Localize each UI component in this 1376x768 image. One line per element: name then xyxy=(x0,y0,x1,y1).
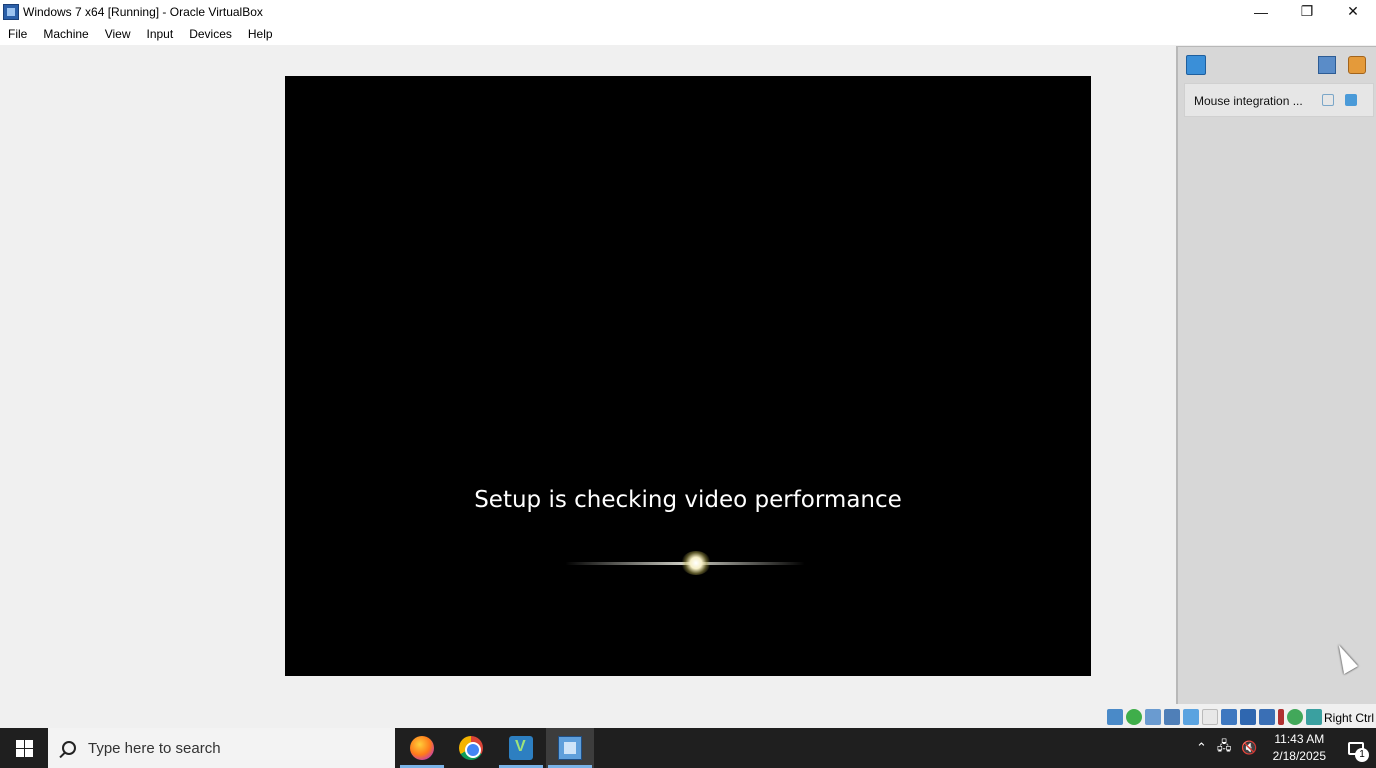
video-capture-icon[interactable] xyxy=(1240,709,1256,725)
menu-bar: File Machine View Input Devices Help xyxy=(0,23,1376,45)
close-notice-icon[interactable] xyxy=(1345,94,1357,106)
hard-disk-icon[interactable] xyxy=(1107,709,1123,725)
windows-logo-icon xyxy=(15,739,33,757)
taskbar-chrome[interactable] xyxy=(447,728,495,768)
menu-devices[interactable]: Devices xyxy=(181,23,240,45)
virtualbox-manager-icon xyxy=(509,736,533,760)
chevron-up-icon[interactable]: ⌃ xyxy=(1191,740,1212,756)
host-key-label[interactable]: Right Ctrl xyxy=(1324,711,1374,725)
close-button[interactable]: ✕ xyxy=(1330,0,1376,23)
restore-button[interactable]: ❐ xyxy=(1284,0,1330,23)
taskbar: Type here to search ⌃ 🖧 🔇 11:43 AM 2/18/… xyxy=(0,728,1376,768)
display-icon[interactable] xyxy=(1221,709,1237,725)
minimize-button[interactable]: — xyxy=(1238,0,1284,23)
window-title: Windows 7 x64 [Running] - Oracle Virtual… xyxy=(23,4,263,19)
progress-glow-dot xyxy=(681,551,711,575)
chrome-icon xyxy=(459,736,483,760)
clock-time: 11:43 AM xyxy=(1274,732,1325,746)
status-icons xyxy=(1107,709,1322,725)
menu-input[interactable]: Input xyxy=(139,23,182,45)
network-icon[interactable] xyxy=(1164,709,1180,725)
taskbar-search[interactable]: Type here to search xyxy=(48,728,395,768)
volume-muted-icon[interactable]: 🔇 xyxy=(1236,740,1262,756)
notification-side-panel: Mouse integration ... xyxy=(1176,46,1376,704)
notification-center-icon[interactable] xyxy=(1186,55,1206,75)
virtualbox-vm-icon xyxy=(558,736,582,760)
guest-additions-icon[interactable] xyxy=(1287,709,1303,725)
cpu-icon[interactable] xyxy=(1278,709,1284,725)
start-button[interactable] xyxy=(0,728,48,768)
recording-icon[interactable] xyxy=(1259,709,1275,725)
menu-file[interactable]: File xyxy=(0,23,35,45)
vm-display-area: Setup is checking video performance xyxy=(0,45,1176,705)
toggle-sort-icon[interactable] xyxy=(1318,56,1336,74)
audio-icon[interactable] xyxy=(1145,709,1161,725)
taskbar-firefox[interactable] xyxy=(398,728,446,768)
mouse-integration-icon xyxy=(1322,94,1334,106)
window-controls: — ❐ ✕ xyxy=(1238,0,1376,23)
clock-date: 2/18/2025 xyxy=(1272,749,1326,763)
optical-drive-icon[interactable] xyxy=(1126,709,1142,725)
virtualbox-icon xyxy=(3,3,19,20)
mouse-integration-notice[interactable]: Mouse integration ... xyxy=(1184,83,1374,117)
search-placeholder: Type here to search xyxy=(88,739,221,757)
system-tray: ⌃ 🖧 🔇 11:43 AM 2/18/2025 1 xyxy=(1191,728,1376,768)
mouse-integration-icon[interactable] xyxy=(1306,709,1322,725)
firefox-icon xyxy=(410,736,434,760)
title-bar: Windows 7 x64 [Running] - Oracle Virtual… xyxy=(0,0,1376,23)
menu-view[interactable]: View xyxy=(97,23,139,45)
dismiss-all-icon[interactable] xyxy=(1348,56,1366,74)
taskbar-virtualbox-vm[interactable] xyxy=(546,728,594,768)
notice-text: Mouse integration ... xyxy=(1194,94,1303,108)
vm-screen[interactable]: Setup is checking video performance xyxy=(285,76,1091,676)
taskbar-virtualbox-manager[interactable] xyxy=(497,728,545,768)
setup-message: Setup is checking video performance xyxy=(474,487,902,513)
menu-machine[interactable]: Machine xyxy=(35,23,96,45)
usb-icon[interactable] xyxy=(1183,709,1199,725)
search-icon xyxy=(62,741,76,755)
notification-badge: 1 xyxy=(1355,748,1369,762)
action-center-button[interactable]: 1 xyxy=(1336,728,1376,768)
network-icon[interactable]: 🖧 xyxy=(1212,737,1237,759)
shared-folders-icon[interactable] xyxy=(1202,709,1218,725)
status-bar: Right Ctrl xyxy=(0,705,1376,728)
menu-help[interactable]: Help xyxy=(240,23,281,45)
clock[interactable]: 11:43 AM 2/18/2025 xyxy=(1263,731,1336,765)
